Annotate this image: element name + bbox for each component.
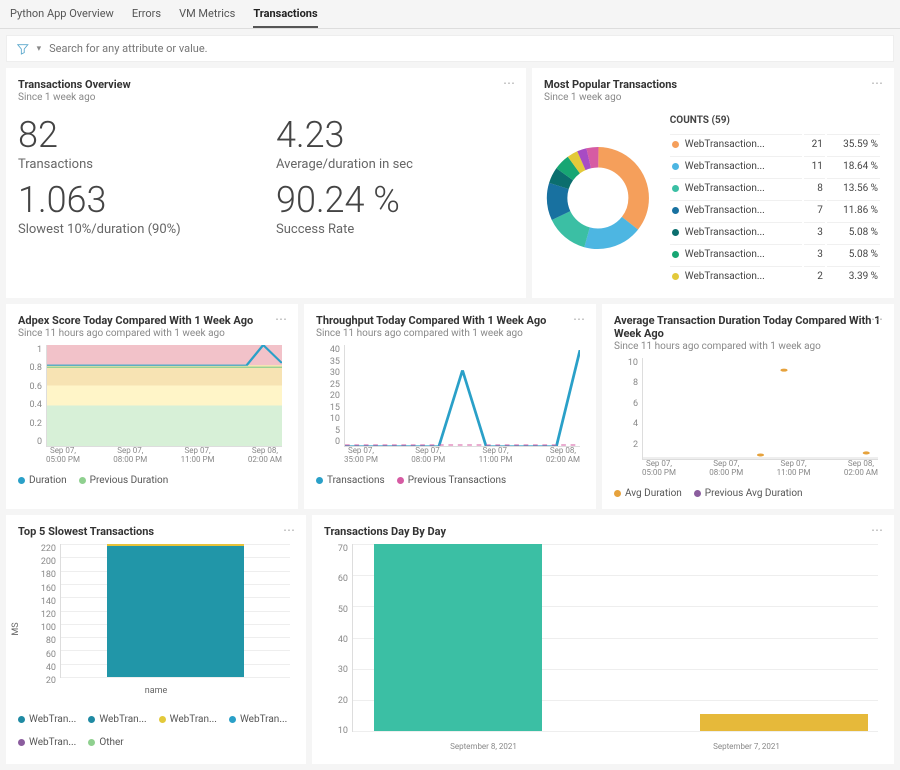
panel-subtitle: Since 11 hours ago compared with 1 week …: [18, 328, 286, 339]
panel-title: Transactions Overview: [18, 78, 514, 91]
kpi-success: 90.24 %Success Rate: [276, 182, 514, 237]
panel-subtitle: Since 1 week ago: [18, 92, 514, 103]
filter-icon: [17, 43, 29, 55]
popular-panel: ⋯ Most Popular Transactions Since 1 week…: [532, 68, 894, 298]
tab-errors[interactable]: Errors: [132, 5, 161, 28]
legend-row[interactable]: WebTransaction...711.86 %: [670, 200, 880, 220]
tab-overview[interactable]: Python App Overview: [10, 5, 114, 28]
panel-title: Top 5 Slowest Transactions: [18, 525, 294, 538]
tab-transactions[interactable]: Transactions: [253, 5, 317, 28]
x-axis-label: name: [18, 686, 294, 696]
more-icon[interactable]: ⋯: [573, 312, 586, 326]
legend-item: Duration: [18, 475, 67, 486]
more-icon[interactable]: ⋯: [503, 76, 516, 90]
legend-item: WebTran...: [159, 714, 217, 725]
legend-item: WebTran...: [18, 737, 76, 748]
y-axis-label: MS: [11, 622, 21, 635]
legend-row[interactable]: WebTransaction...23.39 %: [670, 266, 880, 286]
legend-row[interactable]: WebTransaction...813.56 %: [670, 178, 880, 198]
chevron-down-icon[interactable]: ▾: [37, 44, 42, 54]
more-icon[interactable]: ⋯: [871, 523, 884, 537]
search-bar: ▾: [6, 35, 894, 62]
panel-title: Adpex Score Today Compared With 1 Week A…: [18, 314, 286, 327]
legend-row[interactable]: WebTransaction...35.08 %: [670, 244, 880, 264]
legend-item: Previous Avg Duration: [694, 488, 803, 499]
legend-item: Avg Duration: [614, 488, 682, 499]
panel-subtitle: Since 11 hours ago compared with 1 week …: [614, 341, 882, 352]
kpi-transactions: 82Transactions: [18, 117, 256, 172]
top5-panel: ⋯ Top 5 Slowest Transactions MS 22020018…: [6, 515, 306, 764]
panel-subtitle: Since 1 week ago: [544, 92, 882, 103]
legend-row[interactable]: WebTransaction...1118.64 %: [670, 156, 880, 176]
donut-legend-table: COUNTS (59) WebTransaction...2135.59 %We…: [668, 113, 882, 288]
tab-bar: Python App Overview Errors VM Metrics Tr…: [0, 0, 900, 29]
legend-item: Previous Duration: [79, 475, 169, 486]
kpi-avg-duration: 4.23Average/duration in sec: [276, 117, 514, 172]
daybyday-panel: ⋯ Transactions Day By Day 70605040302010…: [312, 515, 894, 764]
more-icon[interactable]: ⋯: [283, 523, 296, 537]
panel-subtitle: Since 11 hours ago compared with 1 week …: [316, 328, 584, 339]
adpex-panel: ⋯ Adpex Score Today Compared With 1 Week…: [6, 304, 298, 509]
legend-row[interactable]: WebTransaction...35.08 %: [670, 222, 880, 242]
legend-row[interactable]: WebTransaction...2135.59 %: [670, 134, 880, 154]
legend-item: WebTran...: [88, 714, 146, 725]
overview-panel: ⋯ Transactions Overview Since 1 week ago…: [6, 68, 526, 298]
more-icon[interactable]: ⋯: [275, 312, 288, 326]
panel-title: Most Popular Transactions: [544, 78, 882, 91]
panel-title: Transactions Day By Day: [324, 525, 882, 538]
legend-item: WebTran...: [18, 714, 76, 725]
legend-item: Other: [88, 737, 123, 748]
legend-item: Transactions: [316, 475, 385, 486]
search-input[interactable]: [49, 42, 883, 55]
legend-item: WebTran...: [229, 714, 287, 725]
kpi-slowest: 1.063Slowest 10%/duration (90%): [18, 182, 256, 237]
avgdur-panel: ⋯ Average Transaction Duration Today Com…: [602, 304, 894, 509]
legend-item: Previous Transactions: [397, 475, 506, 486]
panel-title: Throughput Today Compared With 1 Week Ag…: [316, 314, 584, 327]
throughput-panel: ⋯ Throughput Today Compared With 1 Week …: [304, 304, 596, 509]
more-icon[interactable]: ⋯: [871, 312, 884, 326]
top5-chart: MS 22020018016014012010080604020 name: [18, 544, 294, 704]
adpex-chart: 10.80.60.40.20 Sep 07, 05:00 PMSep 07, 0…: [18, 345, 286, 465]
panel-title: Average Transaction Duration Today Compa…: [614, 314, 882, 340]
donut-chart: [544, 113, 652, 283]
throughput-chart: 4035302520151050 Sep 07, 35:00 PMSep 07,…: [316, 345, 584, 465]
more-icon[interactable]: ⋯: [871, 76, 884, 90]
avgdur-chart: 108642 Sep 07, 05:00 PMSep 07, 08:00 PMS…: [614, 358, 882, 478]
tab-vm-metrics[interactable]: VM Metrics: [179, 5, 235, 28]
counts-header: COUNTS (59): [670, 115, 880, 132]
